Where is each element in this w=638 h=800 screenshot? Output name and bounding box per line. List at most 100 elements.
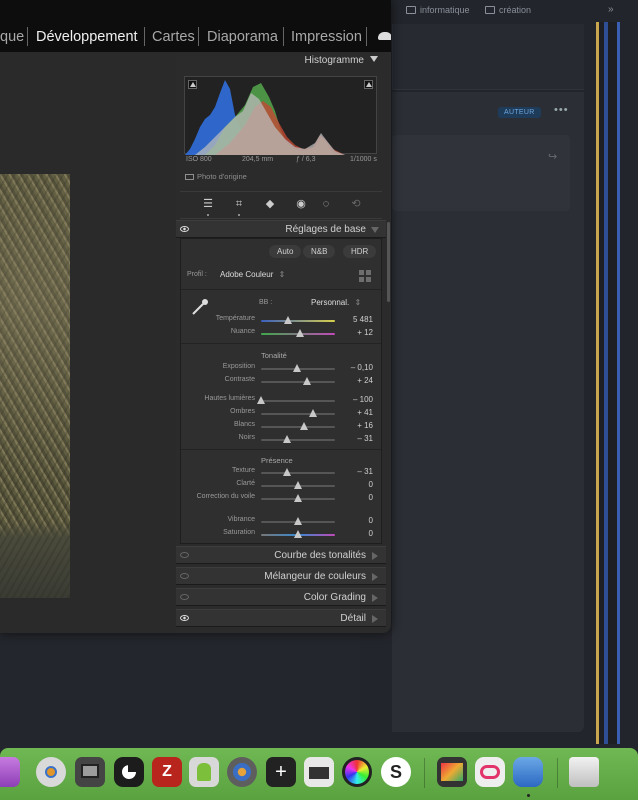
expand-triangle-icon[interactable] [372,552,378,560]
slider-track[interactable] [261,377,335,385]
module-bibliotheque[interactable]: que [0,29,24,45]
color-wheel-app-icon[interactable] [342,757,372,787]
slider-track[interactable] [261,364,335,372]
eyedropper-icon[interactable] [190,297,210,317]
share-icon[interactable]: ↪ [548,150,557,163]
expand-triangle-icon[interactable] [372,594,378,602]
module-impression[interactable]: Impression [291,29,362,45]
slider-track[interactable] [261,422,335,430]
slider-value[interactable]: 0 [343,480,373,489]
expand-triangle-icon[interactable] [372,573,378,581]
expand-triangle-icon[interactable] [372,615,378,623]
slider-thumb[interactable] [282,468,291,476]
bookmark-informatique[interactable]: informatique [406,5,470,15]
slider-thumb[interactable] [282,435,291,443]
monitor-app-icon[interactable] [0,757,20,787]
panel-scrollbar[interactable] [387,222,390,302]
filezilla-app-icon[interactable]: Z [152,757,182,787]
slider-thumb[interactable] [294,530,302,538]
slider-value[interactable]: – 100 [343,395,373,404]
sliders-icon[interactable]: ☰ [202,198,214,210]
histogram-header[interactable]: Histogramme [176,52,386,70]
slider-value[interactable]: 0 [343,529,373,538]
hdr-button[interactable]: HDR [343,245,377,258]
crop-icon[interactable]: ⌗ [233,198,245,210]
slider-track[interactable] [261,481,335,489]
slider-track[interactable] [261,316,335,324]
slider-thumb[interactable] [308,409,317,417]
android-app-icon[interactable] [189,757,219,787]
wb-dropdown[interactable]: Personnal. ⇕ [311,298,361,307]
basic-panel-header[interactable]: Réglages de base [176,220,386,238]
slider-thumb[interactable] [294,494,302,502]
slider-track[interactable] [261,517,335,525]
eye-icon[interactable] [180,573,189,579]
module-developpement[interactable]: Développement [36,29,138,45]
slider-thumb[interactable] [302,377,311,385]
bookmarks-overflow-icon[interactable]: » [608,4,614,15]
photo-canvas[interactable] [0,52,176,633]
module-cartes[interactable]: Cartes [152,29,195,45]
globe-app-icon[interactable] [227,757,257,787]
history-icon[interactable]: ⟲ [350,198,362,210]
slider-value[interactable]: – 31 [343,434,373,443]
slider-thumb[interactable] [294,481,302,489]
collapse-triangle-icon[interactable] [370,56,378,62]
auto-button[interactable]: Auto [269,245,302,258]
collapsed-panel-header[interactable]: Détail [176,609,386,627]
compass-app-icon[interactable] [36,757,66,787]
slider-track[interactable] [261,494,335,502]
slider-value[interactable]: + 12 [343,328,373,337]
slider-value[interactable]: – 0,10 [343,363,373,372]
module-diaporama[interactable]: Diaporama [207,29,278,45]
slider-thumb[interactable] [294,517,302,525]
slider-value[interactable]: 5 481 [343,315,373,324]
eye-icon[interactable] [180,552,189,558]
mask-icon[interactable]: ◌ [320,198,332,210]
slider-value[interactable]: + 16 [343,421,373,430]
eraser-icon[interactable]: ◆ [264,198,276,210]
slider-thumb[interactable] [284,316,293,324]
slider-thumb[interactable] [299,422,308,430]
slider-thumb[interactable] [257,396,265,404]
collapsed-panel-header[interactable]: Mélangeur de couleurs [176,567,386,585]
slider-track[interactable] [261,435,335,443]
creative-cloud-app-icon[interactable] [475,757,505,787]
collapse-triangle-icon[interactable] [371,227,379,233]
slider-thumb[interactable] [293,364,302,372]
histogram[interactable] [184,76,377,155]
slider-thumb[interactable] [296,329,305,337]
slider-value[interactable]: 0 [343,493,373,502]
photo-preview[interactable] [0,174,70,598]
printer-app-icon[interactable] [304,757,334,787]
slider-value[interactable]: – 31 [343,467,373,476]
more-options-icon[interactable]: ••• [554,104,569,116]
shadow-clipping-toggle[interactable] [188,80,197,89]
slider-track[interactable] [261,409,335,417]
plus-app-icon[interactable]: + [266,757,296,787]
bw-button[interactable]: N&B [303,245,336,258]
eye-icon[interactable] [180,226,189,232]
collapsed-panel-header[interactable]: Courbe des tonalités [176,546,386,564]
slider-track[interactable] [257,396,335,404]
redeye-icon[interactable]: ◉ [295,198,307,210]
slider-track[interactable] [261,329,335,337]
profile-dropdown[interactable]: Adobe Couleur ⇕ [220,270,285,279]
s-app-icon[interactable]: S [381,757,411,787]
bucket-app-icon[interactable] [513,757,543,787]
photo-app-icon[interactable] [437,757,467,787]
slider-value[interactable]: + 24 [343,376,373,385]
trash-icon[interactable] [569,757,599,787]
dark-app-icon[interactable] [114,757,144,787]
slider-value[interactable]: + 41 [343,408,373,417]
eye-icon[interactable] [180,615,189,621]
console-app-icon[interactable] [75,757,105,787]
bookmark-creation[interactable]: création [485,5,531,15]
eye-icon[interactable] [180,594,189,600]
highlight-clipping-toggle[interactable] [364,80,373,89]
profile-browser-icon[interactable] [359,270,371,282]
cloud-icon[interactable] [378,32,391,40]
collapsed-panel-header[interactable]: Color Grading [176,588,386,606]
slider-track[interactable] [261,468,335,476]
original-photo-toggle[interactable]: Photo d'origine [185,172,247,181]
